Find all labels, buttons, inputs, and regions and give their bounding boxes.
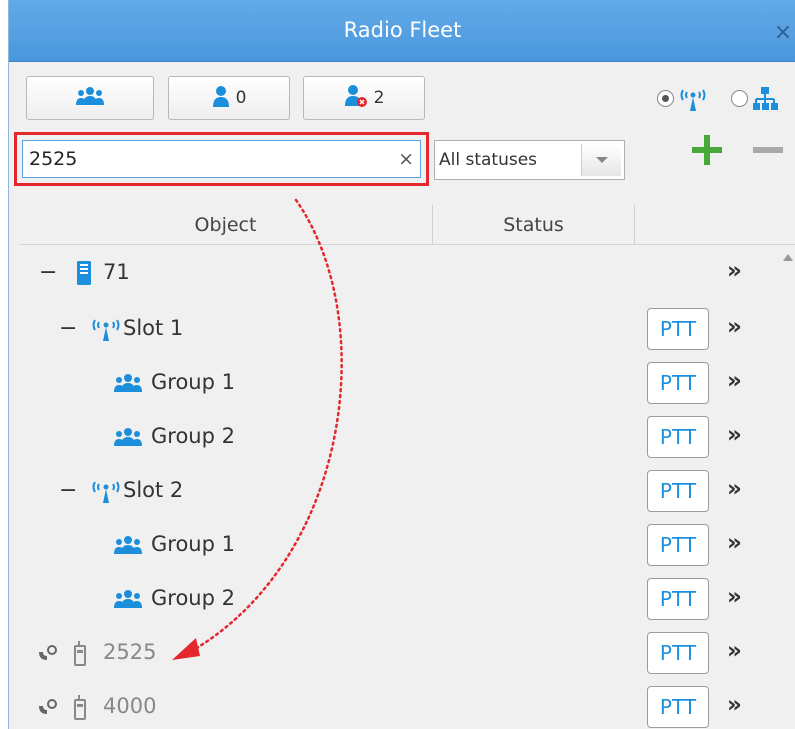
- remove-icon[interactable]: [750, 132, 786, 168]
- groups-icon: [113, 589, 143, 609]
- subscribers-count: 0: [235, 88, 247, 108]
- portable-radio-icon: [73, 694, 87, 720]
- status-filter-value: All statuses: [439, 150, 538, 170]
- table-header: Object Status: [19, 205, 795, 245]
- view-radio-org[interactable]: [731, 90, 748, 107]
- tree-row-server[interactable]: − 71 »: [19, 246, 779, 300]
- tree-row-label: 2525: [103, 640, 157, 664]
- collapse-toggle[interactable]: −: [59, 478, 77, 503]
- location-icon: [37, 698, 59, 716]
- antenna-icon: [91, 478, 121, 504]
- ptt-button[interactable]: PTT: [647, 632, 709, 674]
- tree-row-label: Slot 1: [123, 316, 184, 340]
- collapse-toggle[interactable]: −: [39, 260, 57, 285]
- column-object[interactable]: Object: [19, 205, 433, 245]
- ptt-button[interactable]: PTT: [647, 578, 709, 620]
- hierarchy-icon: [752, 86, 778, 116]
- toolbar: 0 2 2525 × All statuses: [9, 62, 795, 197]
- more-icon[interactable]: »: [727, 584, 742, 610]
- ptt-button[interactable]: PTT: [647, 362, 709, 404]
- view-radio-tree[interactable]: [657, 90, 674, 107]
- location-icon: [37, 644, 59, 662]
- collapse-toggle[interactable]: −: [59, 316, 77, 341]
- tree-row-label: Group 1: [151, 370, 235, 394]
- search-input[interactable]: [22, 140, 421, 178]
- add-icon[interactable]: [689, 132, 725, 168]
- chevron-down-icon[interactable]: [581, 144, 621, 176]
- groups-icon: [113, 535, 143, 555]
- ptt-button[interactable]: PTT: [647, 308, 709, 350]
- radio-fleet-window: Radio Fleet × 0 2 2525 × All statuses Ob…: [8, 0, 795, 729]
- tree-row-label: Slot 2: [123, 478, 184, 502]
- offline-count: 2: [373, 88, 385, 108]
- tree-row-group[interactable]: Group 1 PTT »: [19, 518, 779, 572]
- more-icon[interactable]: »: [727, 368, 742, 394]
- portable-radio-icon: [73, 640, 87, 666]
- tree-row-label: 4000: [103, 694, 157, 718]
- more-icon[interactable]: »: [727, 476, 742, 502]
- tree-row-label: 71: [103, 260, 130, 284]
- more-icon[interactable]: »: [727, 314, 742, 340]
- ptt-button[interactable]: PTT: [647, 470, 709, 512]
- tree-row-group[interactable]: Group 1 PTT »: [19, 356, 779, 410]
- tree-row-label: Group 2: [151, 586, 235, 610]
- search-highlight: ×: [14, 132, 429, 186]
- ptt-button[interactable]: PTT: [647, 524, 709, 566]
- groups-icon: [75, 86, 105, 111]
- antenna-icon: [91, 316, 121, 342]
- more-icon[interactable]: »: [727, 258, 742, 284]
- object-tree: − 71 » − Slot 1 PTT » Group 1 PTT » Grou…: [19, 246, 779, 729]
- tree-row-radio[interactable]: 2525 PTT »: [19, 626, 779, 680]
- more-icon[interactable]: »: [727, 638, 742, 664]
- column-status[interactable]: Status: [433, 205, 635, 245]
- tree-row-radio[interactable]: 4000 PTT »: [19, 680, 779, 729]
- status-filter-dropdown[interactable]: All statuses: [434, 140, 625, 180]
- vertical-scrollbar[interactable]: [781, 246, 795, 729]
- user-icon: [212, 85, 230, 112]
- tree-row-slot[interactable]: − Slot 2 PTT »: [19, 464, 779, 518]
- more-icon[interactable]: »: [727, 422, 742, 448]
- groups-filter-button[interactable]: [26, 76, 154, 120]
- column-actions: [635, 205, 795, 245]
- scroll-up-icon[interactable]: [783, 254, 793, 261]
- subscribers-filter-button[interactable]: 0: [168, 76, 290, 120]
- tree-row-label: Group 1: [151, 532, 235, 556]
- ptt-button[interactable]: PTT: [647, 686, 709, 728]
- groups-icon: [113, 427, 143, 447]
- radio-server-icon: [75, 260, 93, 286]
- tree-row-label: Group 2: [151, 424, 235, 448]
- tree-row-group[interactable]: Group 2 PTT »: [19, 410, 779, 464]
- close-icon[interactable]: ×: [770, 20, 795, 45]
- tree-row-group[interactable]: Group 2 PTT »: [19, 572, 779, 626]
- antenna-icon: [679, 86, 707, 116]
- tree-row-slot[interactable]: − Slot 1 PTT »: [19, 302, 779, 356]
- ptt-button[interactable]: PTT: [647, 416, 709, 458]
- more-icon[interactable]: »: [727, 692, 742, 718]
- clear-search-icon[interactable]: ×: [398, 148, 414, 170]
- user-offline-icon: [344, 84, 368, 113]
- groups-icon: [113, 373, 143, 393]
- title-bar[interactable]: Radio Fleet ×: [9, 0, 795, 62]
- offline-filter-button[interactable]: 2: [303, 76, 425, 120]
- more-icon[interactable]: »: [727, 530, 742, 556]
- window-title: Radio Fleet: [343, 18, 462, 42]
